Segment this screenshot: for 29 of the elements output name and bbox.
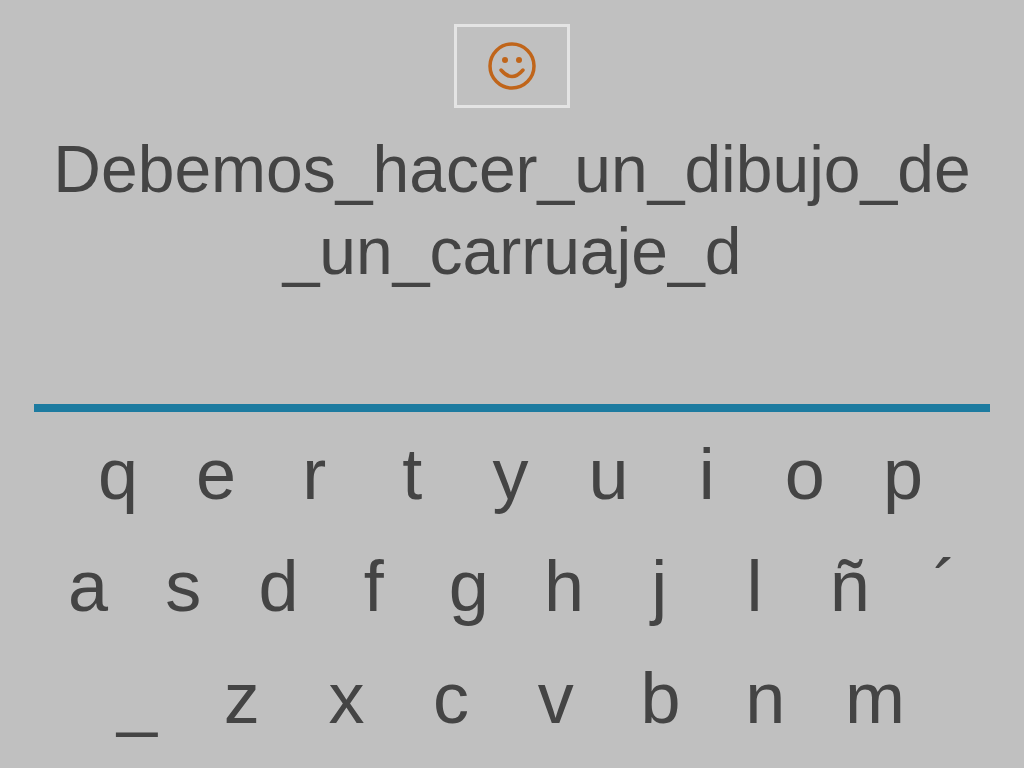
letter-key[interactable]: o xyxy=(779,434,830,514)
letter-key[interactable]: _ xyxy=(112,658,162,738)
letter-key[interactable]: ñ xyxy=(824,546,875,626)
letter-key[interactable]: y xyxy=(485,434,536,514)
letter-key[interactable]: ´ xyxy=(919,546,970,626)
letter-key[interactable]: c xyxy=(426,658,477,738)
letter-key[interactable]: x xyxy=(321,658,372,738)
letter-key[interactable]: e xyxy=(191,434,242,514)
letter-key[interactable]: p xyxy=(878,434,928,514)
letter-key[interactable]: l xyxy=(729,546,780,626)
letter-key[interactable]: z xyxy=(216,658,267,738)
letter-key[interactable]: f xyxy=(348,546,399,626)
letter-key[interactable]: h xyxy=(539,546,590,626)
letter-key[interactable]: q xyxy=(93,434,143,514)
letter-key[interactable]: g xyxy=(443,546,494,626)
letter-key[interactable]: d xyxy=(253,546,304,626)
letter-key[interactable]: n xyxy=(740,658,791,738)
letter-key[interactable]: b xyxy=(635,658,686,738)
letter-key[interactable]: s xyxy=(158,546,209,626)
sentence-text: Debemos_hacer_un_dibujo_de_un_carruaje_d xyxy=(52,131,972,290)
letter-key[interactable]: u xyxy=(583,434,634,514)
letter-key[interactable]: v xyxy=(530,658,581,738)
smiley-icon xyxy=(487,41,537,91)
letter-key[interactable]: t xyxy=(387,434,438,514)
letter-key[interactable]: a xyxy=(63,546,113,626)
letter-key[interactable]: j xyxy=(634,546,685,626)
letter-key[interactable]: m xyxy=(844,658,905,738)
letter-key[interactable]: r xyxy=(289,434,340,514)
letter-key[interactable]: i xyxy=(681,434,732,514)
